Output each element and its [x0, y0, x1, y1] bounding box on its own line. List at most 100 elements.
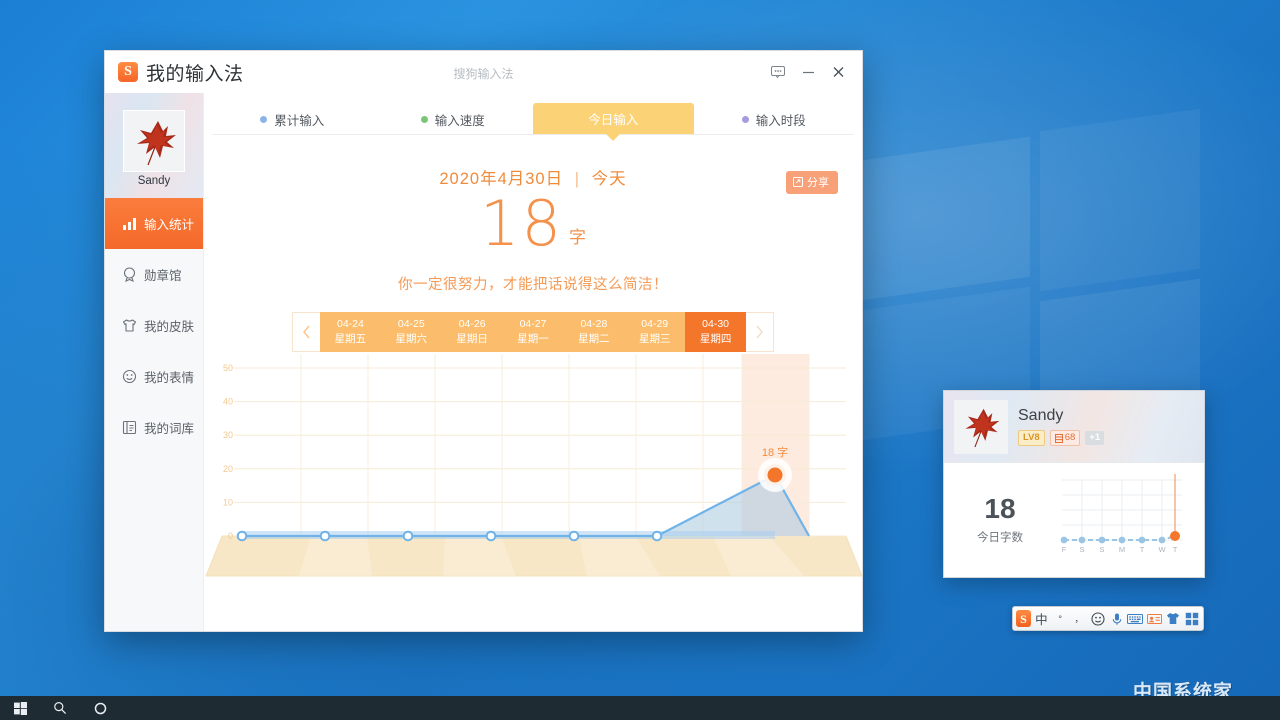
date-cell-date: 04-30 [702, 317, 730, 330]
toolbox-grid-icon[interactable] [1183, 608, 1200, 629]
avatar [123, 109, 185, 172]
start-button[interactable] [0, 696, 40, 720]
feedback-icon[interactable] [764, 59, 792, 85]
tab-dot-icon [260, 116, 268, 123]
book-icon [1054, 433, 1063, 443]
comma-toggle[interactable]: ， [1071, 608, 1088, 629]
svg-text:W: W [1158, 545, 1166, 554]
microphone-icon[interactable] [1108, 608, 1125, 629]
date-strip: 04-24 星期五 04-25 星期六 04-26 星期日 04-27 星期一 [292, 312, 774, 352]
sidebar-item-skins[interactable]: 我的皮肤 [105, 300, 203, 351]
ime-toolbar: S 中 ° ， [1012, 606, 1204, 631]
today-date: 2020年4月30日 | 今天 [204, 165, 862, 189]
search-button[interactable] [40, 696, 80, 720]
tab-label: 今日输入 [588, 113, 639, 127]
dictionary-count-badge: 68 [1049, 429, 1081, 447]
tab-input-period[interactable]: 输入时段 [694, 105, 855, 134]
date-cell-date: 04-27 [519, 317, 547, 330]
today-count-number: 18 [480, 187, 563, 260]
sogou-ime-logo-icon[interactable]: S [1016, 610, 1032, 627]
svg-text:0: 0 [228, 531, 233, 541]
sogou-logo-icon: S [118, 62, 138, 82]
tab-input-speed[interactable]: 输入速度 [373, 105, 534, 134]
widget-count-label: 今日字数 [977, 532, 1023, 544]
svg-text:S: S [1079, 545, 1084, 554]
punctuation-toggle[interactable]: ° [1052, 608, 1069, 629]
sidebar-item-dictionary[interactable]: 我的词库 [105, 402, 203, 453]
date-cell-date: 04-24 [337, 317, 364, 330]
svg-text:F: F [1062, 545, 1067, 554]
keyboard-icon[interactable] [1127, 608, 1144, 629]
date-cell[interactable]: 04-28 星期二 [563, 312, 624, 352]
date-cell-weekday: 星期二 [578, 333, 610, 345]
tab-today-input[interactable]: 今日输入 [533, 103, 694, 141]
sidebar-profile[interactable]: Sandy [105, 93, 203, 198]
sidebar: Sandy 输入统计 勋章馆 我的皮肤 我的表情 我的词库 [105, 93, 204, 631]
svg-text:S: S [1099, 545, 1104, 554]
sidebar-item-label: 勋章馆 [144, 269, 182, 283]
date-cell-date: 04-28 [580, 317, 608, 330]
desktop-stats-widget[interactable]: Sandy LV8 68 +1 18 今日字数 F S S M T W T [943, 390, 1205, 578]
sidebar-item-label: 我的皮肤 [144, 320, 195, 334]
smiley-icon [122, 369, 137, 384]
prev-week-button[interactable] [292, 312, 320, 352]
date-cell-date: 04-29 [641, 317, 669, 330]
sidebar-item-medals[interactable]: 勋章馆 [105, 249, 203, 300]
svg-text:20: 20 [223, 464, 233, 474]
tab-cumulative-input[interactable]: 累计输入 [212, 105, 373, 134]
language-toggle[interactable]: 中 [1033, 608, 1050, 629]
date-cell[interactable]: 04-25 星期六 [381, 312, 442, 352]
date-cell-date: 04-25 [397, 317, 425, 330]
widget-count-block: 18 今日字数 [944, 495, 1056, 545]
mini-chart-canvas: F S S M T W T [1060, 473, 1182, 554]
share-button[interactable]: 分享 [786, 171, 838, 194]
next-week-button[interactable] [746, 312, 774, 352]
date-cell[interactable]: 04-24 星期五 [320, 312, 381, 352]
wallpaper-shape [1040, 108, 1200, 292]
widget-identity: Sandy LV8 68 +1 [1018, 406, 1105, 447]
profile-name: Sandy [137, 174, 171, 187]
app-brand: S 我的输入法 [105, 59, 244, 86]
emoji-icon[interactable] [1089, 608, 1106, 629]
svg-text:10: 10 [223, 497, 233, 507]
date-cell[interactable]: 04-26 星期日 [442, 312, 503, 352]
sogou-input-method-window: S 我的输入法 搜狗输入法 Sandy 输入统计 勋章馆 我的皮肤 我的表情 我… [104, 50, 863, 632]
tab-label: 累计输入 [274, 114, 325, 128]
widget-avatar [954, 399, 1008, 454]
share-label: 分享 [807, 177, 829, 189]
svg-text:T: T [1140, 545, 1145, 554]
date-cell-selected[interactable]: 04-30 星期四 [685, 312, 747, 352]
dictionary-count-value: 68 [1064, 431, 1076, 443]
chart-canvas: 50 40 30 20 10 0 18 字 [205, 354, 863, 577]
account-card-icon[interactable] [1146, 608, 1163, 629]
sidebar-item-label: 我的表情 [144, 371, 195, 385]
medal-icon [122, 267, 137, 282]
svg-text:T: T [1173, 545, 1178, 554]
svg-text:M: M [1119, 545, 1125, 554]
tab-dot-icon [420, 116, 428, 123]
close-button[interactable] [824, 59, 852, 85]
skin-tshirt-icon[interactable] [1164, 608, 1181, 629]
dictionary-icon [122, 420, 137, 435]
widget-user-name: Sandy [1018, 406, 1064, 424]
chevron-right-icon [756, 325, 763, 339]
window-body: Sandy 输入统计 勋章馆 我的皮肤 我的表情 我的词库 累计输入 输入速度 … [105, 93, 863, 631]
date-cell[interactable]: 04-29 星期三 [624, 312, 685, 352]
date-cell-weekday: 星期五 [334, 333, 367, 345]
date-separator: | [574, 170, 581, 188]
today-count-unit: 字 [568, 228, 586, 247]
chevron-left-icon [303, 325, 310, 339]
cortana-button[interactable] [80, 696, 120, 720]
sidebar-item-label: 输入统计 [144, 218, 195, 232]
minimize-button[interactable] [794, 59, 822, 85]
date-cell-weekday: 星期三 [638, 333, 671, 345]
tab-pointer-icon [605, 133, 622, 141]
svg-text:40: 40 [223, 397, 233, 407]
date-cell-date: 04-26 [458, 317, 486, 330]
tab-label: 输入时段 [755, 114, 806, 128]
sidebar-item-input-stats[interactable]: 输入统计 [105, 198, 203, 249]
sidebar-item-emoji[interactable]: 我的表情 [105, 351, 203, 402]
widget-body: 18 今日字数 F S S M T W T [944, 463, 1204, 577]
svg-text:30: 30 [223, 430, 233, 440]
date-cell[interactable]: 04-27 星期一 [503, 312, 564, 352]
